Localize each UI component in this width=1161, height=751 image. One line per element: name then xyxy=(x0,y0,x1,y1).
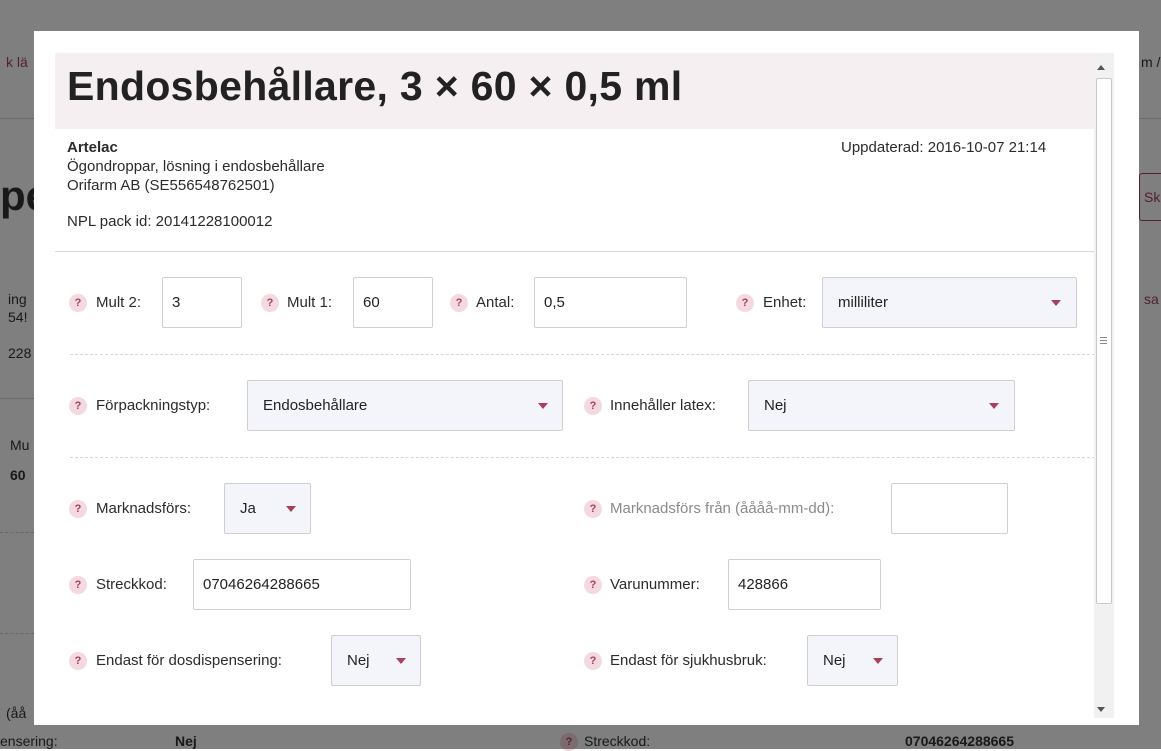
chevron-down-icon xyxy=(873,658,883,664)
antal-label: Antal: xyxy=(476,294,515,311)
updated-timestamp: Uppdaterad: 2016-10-07 21:14 xyxy=(841,139,1047,156)
title-band: Endosbehållare, 3 × 60 × 0,5 ml xyxy=(55,53,1095,129)
enhet-label: Enhet: xyxy=(763,294,807,311)
modal-content: Endosbehållare, 3 × 60 × 0,5 ml Artelac … xyxy=(34,31,1095,725)
help-icon-streckkod[interactable]: ? xyxy=(69,576,87,594)
product-company: Orifarm AB (SE556548762501) xyxy=(67,177,275,194)
sjukhusbruk-selected-value: Nej xyxy=(823,652,846,669)
marknadsfors-selected-value: Ja xyxy=(240,500,256,517)
help-icon-sjukhusbruk[interactable]: ? xyxy=(584,652,602,670)
help-icon-latex[interactable]: ? xyxy=(584,397,602,415)
streckkod-input[interactable]: 07046264288665 xyxy=(193,559,411,610)
marknadsfors-label: Marknadsförs: xyxy=(96,500,192,517)
section-divider xyxy=(70,457,1095,458)
marknadsfors-select[interactable]: Ja xyxy=(224,483,311,534)
chevron-down-icon xyxy=(1051,300,1061,306)
chevron-down-icon xyxy=(538,403,548,409)
dosdispensering-selected-value: Nej xyxy=(347,652,370,669)
forpackningstyp-label: Förpackningstyp: xyxy=(96,397,211,414)
section-divider xyxy=(70,354,1095,355)
help-icon-marknadsfors[interactable]: ? xyxy=(69,500,87,518)
scrollbar-thumb[interactable] xyxy=(1096,78,1112,604)
help-icon-dosdispensering[interactable]: ? xyxy=(69,652,87,670)
scroll-down-arrow-icon[interactable] xyxy=(1097,707,1105,712)
npl-pack-id: NPL pack id: 20141228100012 xyxy=(67,213,273,230)
sjukhusbruk-select[interactable]: Nej xyxy=(807,635,898,686)
enhet-select[interactable]: milliliter xyxy=(822,277,1077,328)
streckkod-label: Streckkod: xyxy=(96,576,167,593)
modal-title: Endosbehållare, 3 × 60 × 0,5 ml xyxy=(67,63,683,109)
scroll-up-arrow-icon[interactable] xyxy=(1097,65,1105,70)
help-icon-enhet[interactable]: ? xyxy=(736,294,754,312)
chevron-down-icon xyxy=(989,403,999,409)
help-icon-mult2[interactable]: ? xyxy=(69,294,87,312)
help-icon-marknadsfors-fran[interactable]: ? xyxy=(584,500,602,518)
marknadsfors-fran-label: Marknadsförs från (åååå-mm-dd): xyxy=(610,500,835,517)
help-icon-antal[interactable]: ? xyxy=(450,294,468,312)
mult1-label: Mult 1: xyxy=(287,294,333,311)
enhet-selected-value: milliliter xyxy=(838,294,888,311)
dosdispensering-label: Endast för dosdispensering: xyxy=(96,652,282,669)
latex-select[interactable]: Nej xyxy=(748,380,1015,431)
help-icon-mult1[interactable]: ? xyxy=(261,294,279,312)
antal-input[interactable]: 0,5 xyxy=(534,277,687,328)
latex-label: Innehåller latex: xyxy=(610,397,716,414)
mult2-input[interactable]: 3 xyxy=(162,277,242,328)
sjukhusbruk-label: Endast för sjukhusbruk: xyxy=(610,652,767,669)
mult1-input[interactable]: 60 xyxy=(353,277,433,328)
chevron-down-icon xyxy=(286,506,296,512)
marknadsfors-fran-input[interactable] xyxy=(891,483,1008,534)
product-brand: Artelac xyxy=(67,139,118,156)
forpackningstyp-selected-value: Endosbehållare xyxy=(263,397,368,414)
header-divider xyxy=(55,251,1095,252)
mult2-label: Mult 2: xyxy=(96,294,142,311)
scrollbar-grip-icon xyxy=(1100,337,1107,338)
edit-package-modal: Endosbehållare, 3 × 60 × 0,5 ml Artelac … xyxy=(34,31,1139,725)
chevron-down-icon xyxy=(396,658,406,664)
varunummer-label: Varunummer: xyxy=(610,576,700,593)
dosdispensering-select[interactable]: Nej xyxy=(331,635,421,686)
forpackningstyp-select[interactable]: Endosbehållare xyxy=(247,380,563,431)
latex-selected-value: Nej xyxy=(764,397,787,414)
product-description: Ögondroppar, lösning i endosbehållare xyxy=(67,158,325,175)
help-icon-varunummer[interactable]: ? xyxy=(584,576,602,594)
varunummer-input[interactable]: 428866 xyxy=(728,559,881,610)
help-icon-forpackningstyp[interactable]: ? xyxy=(69,397,87,415)
